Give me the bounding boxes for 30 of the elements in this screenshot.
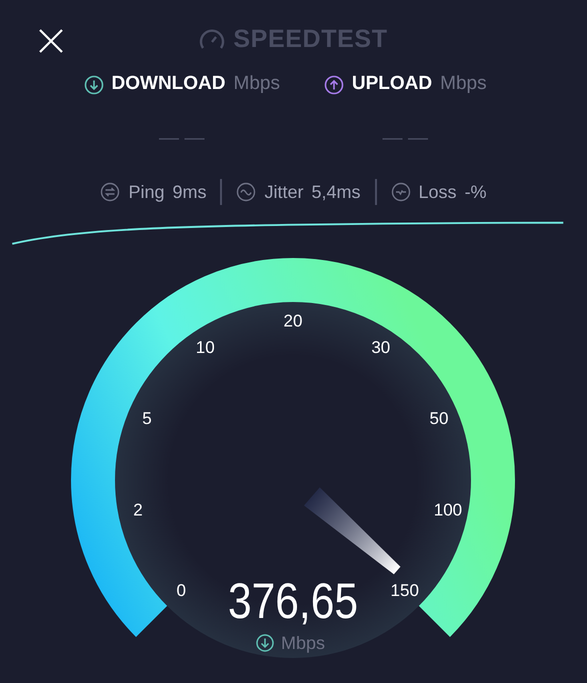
upload-icon bbox=[324, 74, 344, 94]
stat-label: Loss bbox=[418, 180, 457, 204]
speed-unit: Mbps bbox=[281, 633, 326, 653]
gauge-tick-label: 5 bbox=[142, 409, 152, 428]
stat-label: Ping bbox=[128, 180, 164, 204]
download-icon bbox=[256, 634, 274, 652]
gauge-tick-label: 30 bbox=[371, 338, 390, 358]
result-value: — — bbox=[158, 126, 205, 151]
gauge-tick-label: 100 bbox=[434, 500, 462, 520]
download-icon bbox=[84, 74, 104, 94]
result-unit: Mbps bbox=[440, 72, 487, 96]
wave-icon bbox=[236, 182, 256, 202]
loss-icon bbox=[390, 182, 411, 202]
gauge-tick-label: 20 bbox=[284, 311, 302, 330]
gauge-tick-label: 50 bbox=[430, 409, 448, 428]
gauge-tick-label: 0 bbox=[176, 581, 186, 600]
stat-value: 9ms bbox=[172, 180, 206, 204]
ping-icon bbox=[100, 182, 120, 202]
result-label: UPLOAD bbox=[352, 72, 432, 96]
result-value: — — bbox=[382, 126, 428, 151]
result-label: DOWNLOAD bbox=[112, 72, 226, 96]
speed-reading: 376,65 bbox=[228, 572, 358, 629]
stat-value: -% bbox=[464, 180, 487, 204]
stat-value: 5,4ms bbox=[312, 180, 361, 204]
result-unit: Mbps bbox=[234, 72, 280, 96]
stat-label: Jitter bbox=[264, 180, 304, 204]
gauge-tick-label: 10 bbox=[196, 338, 215, 358]
gauge-tick-label: 150 bbox=[390, 581, 419, 600]
gauge-tick-label: 2 bbox=[133, 500, 143, 520]
close-icon[interactable] bbox=[38, 28, 64, 54]
